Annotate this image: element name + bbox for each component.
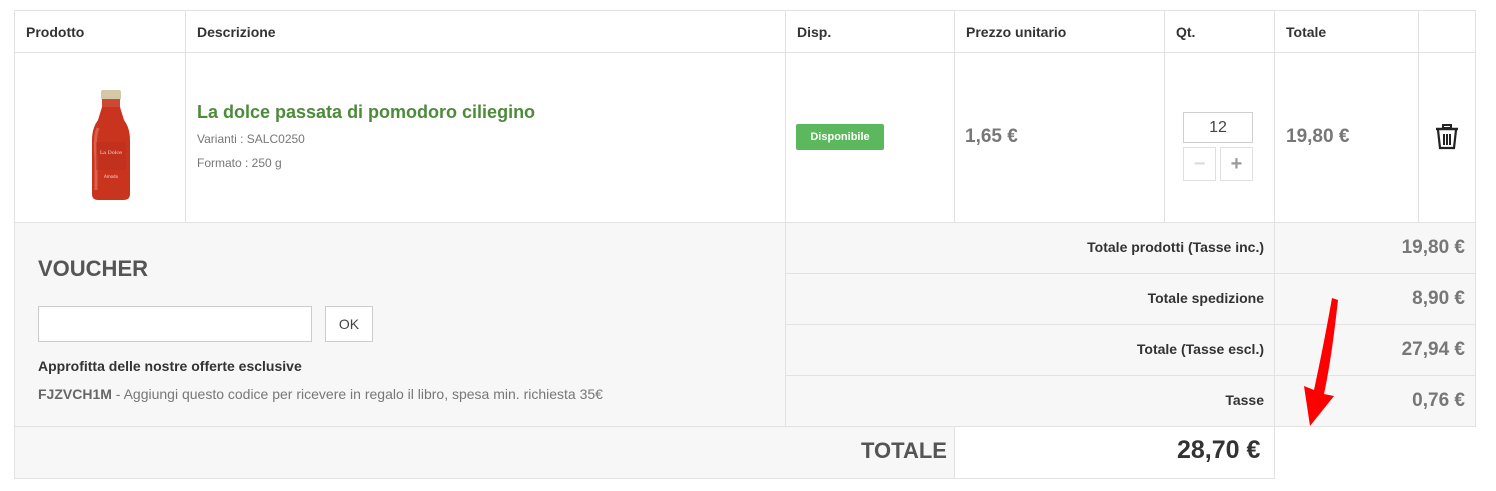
quantity-input[interactable]: 12 [1183, 112, 1253, 143]
trash-icon[interactable] [1435, 124, 1459, 150]
header-total: Totale [1274, 10, 1419, 53]
availability-badge: Disponibile [796, 124, 884, 150]
grand-total-label: TOTALE [861, 438, 947, 463]
product-format: Formato : 250 g [197, 156, 282, 170]
grand-total-value: 28,70 € [1177, 436, 1261, 464]
header-description: Descrizione [185, 10, 786, 53]
offer-code-link[interactable]: FJZVCH1M [38, 386, 112, 402]
plus-icon: + [1230, 153, 1243, 175]
offer-line: FJZVCH1M - Aggiungi questo codice per ri… [38, 386, 603, 402]
minus-icon: − [1193, 153, 1206, 175]
header-product: Prodotto [14, 10, 186, 53]
voucher-ok-button[interactable]: OK [325, 306, 373, 342]
grand-total-label-cell [14, 426, 955, 479]
product-name-link[interactable]: La dolce passata di pomodoro ciliegino [197, 102, 535, 123]
header-qty: Qt. [1164, 10, 1275, 53]
summary-net-label: Totale (Tasse escl.) [1136, 341, 1264, 357]
summary-products-value: 19,80 € [1401, 237, 1465, 258]
product-variant: Varianti : SALC0250 [197, 132, 305, 146]
voucher-code-input[interactable] [38, 306, 312, 342]
unit-price: 1,65 € [965, 126, 1018, 147]
product-image[interactable]: La Dolce Amodo [84, 90, 138, 200]
svg-text:Amodo: Amodo [104, 174, 119, 179]
svg-text:La Dolce: La Dolce [100, 150, 122, 156]
summary-tax-label: Tasse [1225, 392, 1264, 408]
annotation-arrow-icon [1304, 298, 1338, 426]
header-availability: Disp. [785, 10, 955, 53]
summary-shipping-label: Totale spedizione [1147, 290, 1264, 306]
decrease-qty-button[interactable]: − [1183, 147, 1216, 181]
header-unit-price: Prezzo unitario [954, 10, 1165, 53]
offer-title: Approfitta delle nostre offerte esclusiv… [38, 358, 302, 374]
summary-products-label: Totale prodotti (Tasse inc.) [1087, 239, 1264, 255]
offer-description: - Aggiungi questo codice per ricevere in… [111, 386, 603, 402]
increase-qty-button[interactable]: + [1220, 147, 1253, 181]
header-actions [1418, 10, 1476, 53]
voucher-title: VOUCHER [38, 256, 149, 281]
line-total: 19,80 € [1286, 126, 1350, 147]
